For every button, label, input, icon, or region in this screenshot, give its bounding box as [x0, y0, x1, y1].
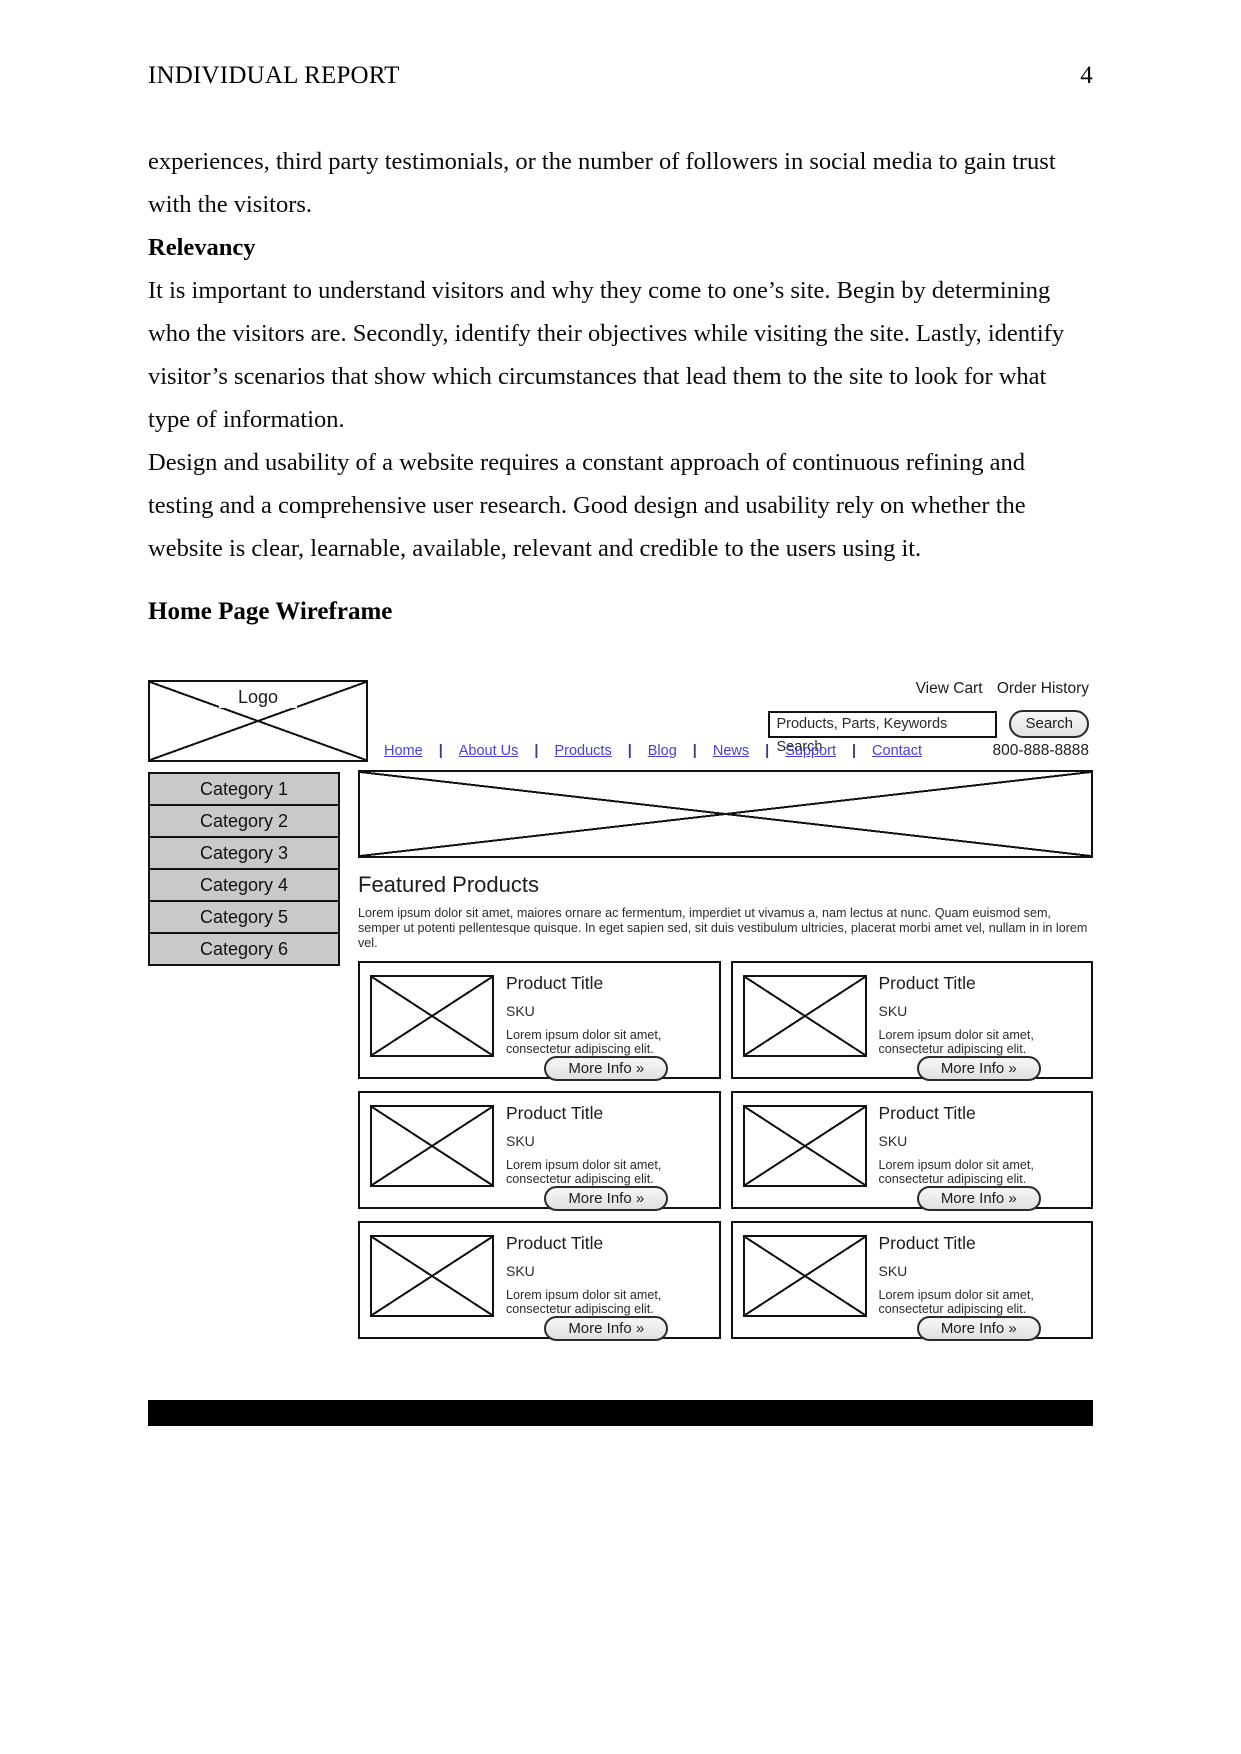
product-info: Product Title SKU Lorem ipsum dolor sit …	[506, 1233, 707, 1341]
product-sku: SKU	[506, 1003, 535, 1019]
phone-number: 800-888-8888	[992, 742, 1089, 759]
paragraph-relevancy: It is important to understand visitors a…	[148, 277, 1065, 433]
product-image-placeholder	[742, 975, 867, 1057]
product-sku: SKU	[506, 1133, 535, 1149]
product-image-placeholder	[370, 975, 494, 1057]
logo-label: Logo	[219, 687, 297, 708]
nav-item-products[interactable]: Products	[554, 743, 611, 759]
product-title: Product Title	[506, 1103, 604, 1123]
nav-item-about-us[interactable]: About Us	[459, 743, 519, 759]
search-input[interactable]: Products, Parts, Keywords Search	[768, 710, 998, 755]
more-info-button[interactable]: More Info »	[916, 1186, 1041, 1211]
product-action-row: More Info »	[879, 1186, 1080, 1211]
search-button[interactable]: Search	[1009, 710, 1089, 738]
paragraph-continuation: experiences, third party testimonials, o…	[148, 148, 1056, 218]
product-card[interactable]: Product Title SKU Lorem ipsum dolor sit …	[358, 1221, 721, 1341]
product-description: Lorem ipsum dolor sit amet, consectetur …	[506, 1288, 662, 1316]
product-description: Lorem ipsum dolor sit amet, consectetur …	[506, 1158, 662, 1186]
sidebar-item-category-5[interactable]: Category 5	[150, 902, 338, 934]
nav-item-blog[interactable]: Blog	[648, 743, 677, 759]
product-title: Product Title	[506, 973, 604, 993]
view-cart-link[interactable]: View Cart	[916, 680, 983, 697]
product-info: Product Title SKU Lorem ipsum dolor sit …	[878, 973, 1080, 1081]
product-description: Lorem ipsum dolor sit amet, consectetur …	[878, 1028, 1034, 1056]
product-description: Lorem ipsum dolor sit amet, consectetur …	[506, 1028, 662, 1056]
product-sku: SKU	[878, 1003, 908, 1019]
product-title: Product Title	[506, 1233, 604, 1253]
product-action-row: More Info »	[506, 1056, 707, 1081]
footer-bar	[148, 1400, 1093, 1426]
product-description: Lorem ipsum dolor sit amet, consectetur …	[878, 1158, 1034, 1186]
more-info-button[interactable]: More Info »	[916, 1056, 1041, 1081]
product-card[interactable]: Product Title SKU Lorem ipsum dolor sit …	[730, 1091, 1093, 1211]
category-sidebar: Category 1 Category 2 Category 3 Categor…	[148, 772, 340, 966]
product-sku: SKU	[878, 1133, 908, 1149]
sidebar-item-category-4[interactable]: Category 4	[150, 870, 338, 902]
nav-item-contact[interactable]: Contact	[872, 743, 922, 759]
product-card[interactable]: Product Title SKU Lorem ipsum dolor sit …	[730, 961, 1093, 1081]
product-info: Product Title SKU Lorem ipsum dolor sit …	[506, 1103, 707, 1211]
logo-placeholder: Logo	[148, 680, 368, 762]
product-sku: SKU	[878, 1263, 908, 1279]
search-row: Products, Parts, Keywords Search Search	[768, 710, 1089, 755]
product-grid: Product Title SKU Lorem ipsum dolor sit …	[358, 961, 1093, 1341]
nav-item-home[interactable]: Home	[384, 743, 423, 759]
hero-banner-placeholder	[358, 770, 1093, 858]
product-card[interactable]: Product Title SKU Lorem ipsum dolor sit …	[358, 1091, 721, 1211]
product-action-row: More Info »	[506, 1316, 707, 1341]
sidebar-item-category-2[interactable]: Category 2	[150, 806, 338, 838]
product-card[interactable]: Product Title SKU Lorem ipsum dolor sit …	[730, 1221, 1093, 1341]
product-image-placeholder	[742, 1105, 867, 1187]
document-running-header: INDIVIDUAL REPORT 4	[148, 62, 1093, 90]
nav-item-support[interactable]: Support	[785, 743, 836, 759]
featured-products-heading: Featured Products	[358, 872, 539, 897]
nav-separator: |	[692, 743, 697, 759]
sidebar-item-category-6[interactable]: Category 6	[150, 934, 338, 964]
product-image-placeholder	[742, 1235, 867, 1317]
featured-products-description: Lorem ipsum dolor sit amet, maiores orna…	[358, 906, 1088, 950]
nav-separator: |	[534, 743, 539, 759]
product-title: Product Title	[878, 1233, 976, 1253]
product-title: Product Title	[878, 973, 976, 993]
report-title: INDIVIDUAL REPORT	[148, 62, 400, 89]
nav-separator: |	[627, 743, 632, 759]
nav-separator: |	[851, 743, 857, 759]
product-info: Product Title SKU Lorem ipsum dolor sit …	[506, 973, 707, 1081]
nav-separator: |	[438, 743, 443, 759]
nav-separator: |	[765, 743, 770, 759]
more-info-button[interactable]: More Info »	[544, 1316, 669, 1341]
product-image-placeholder	[370, 1235, 494, 1317]
product-info: Product Title SKU Lorem ipsum dolor sit …	[878, 1233, 1080, 1341]
primary-navigation: Home | About Us | Products | Blog | News…	[384, 742, 1093, 760]
product-description: Lorem ipsum dolor sit amet, consectetur …	[878, 1288, 1034, 1316]
nav-item-news[interactable]: News	[713, 743, 749, 759]
product-action-row: More Info »	[879, 1056, 1080, 1081]
section-heading-wireframe: Home Page Wireframe	[148, 598, 393, 625]
paragraph-design-usability: Design and usability of a website requir…	[148, 449, 1026, 562]
product-action-row: More Info »	[506, 1186, 707, 1211]
utility-links: View Cart Order History	[906, 680, 1089, 698]
sidebar-item-category-3[interactable]: Category 3	[150, 838, 338, 870]
product-card[interactable]: Product Title SKU Lorem ipsum dolor sit …	[358, 961, 721, 1081]
document-body: experiences, third party testimonials, o…	[148, 140, 1093, 626]
product-title: Product Title	[878, 1103, 976, 1123]
more-info-button[interactable]: More Info »	[544, 1056, 669, 1081]
sidebar-item-category-1[interactable]: Category 1	[150, 774, 338, 806]
wireframe-main: Category 1 Category 2 Category 3 Categor…	[148, 770, 1093, 1402]
product-image-placeholder	[370, 1105, 494, 1187]
wireframe-content: Featured Products Lorem ipsum dolor sit …	[358, 770, 1093, 1341]
subheading-relevancy: Relevancy	[148, 234, 256, 261]
product-info: Product Title SKU Lorem ipsum dolor sit …	[878, 1103, 1080, 1211]
more-info-button[interactable]: More Info »	[544, 1186, 669, 1211]
document-page: INDIVIDUAL REPORT 4 experiences, third p…	[0, 0, 1241, 1754]
order-history-link[interactable]: Order History	[997, 680, 1089, 697]
product-action-row: More Info »	[879, 1316, 1080, 1341]
home-page-wireframe: Logo View Cart Order History Products, P…	[148, 672, 1093, 1426]
more-info-button[interactable]: More Info »	[916, 1316, 1041, 1341]
page-number: 4	[1080, 62, 1093, 89]
product-sku: SKU	[506, 1263, 535, 1279]
